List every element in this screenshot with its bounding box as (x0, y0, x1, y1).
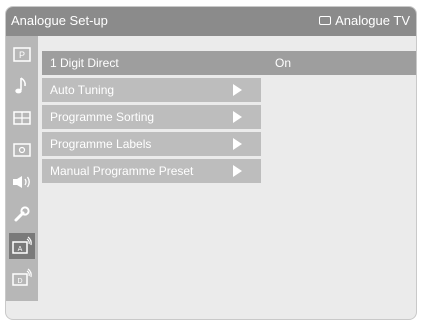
menu-item-auto-tuning[interactable]: Auto Tuning (42, 78, 261, 102)
source-indicator: Analogue TV (319, 13, 410, 28)
analogue-setup-window: Analogue Set-up Analogue TV P A D 1 Digi… (6, 7, 416, 319)
category-sidebar: P A D (6, 36, 38, 301)
picture-icon: P (13, 46, 31, 62)
submenu-arrow-icon (233, 138, 242, 150)
sidebar-item-sound[interactable] (9, 73, 35, 99)
speaker-volume-icon (13, 176, 30, 188)
menu-item-manual-programme-preset[interactable]: Manual Programme Preset (42, 159, 261, 183)
sidebar-item-installation[interactable] (9, 137, 35, 163)
menu-item-label: Programme Sorting (50, 110, 155, 124)
svg-text:D: D (17, 278, 22, 285)
menu-item-label: 1 Digit Direct (50, 56, 119, 70)
menu-item-programme-labels[interactable]: Programme Labels (42, 132, 261, 156)
menu-item-1-digit-direct[interactable]: 1 Digit Direct On (42, 51, 416, 75)
features-grid-icon (13, 111, 31, 125)
wrench-setup-icon (14, 206, 30, 222)
tv-icon (319, 16, 332, 25)
menu-item-value: On (275, 56, 292, 70)
sidebar-item-setup[interactable] (9, 201, 35, 227)
menu-item-label: Programme Labels (50, 137, 152, 151)
installation-icon (13, 143, 31, 157)
analogue-setup-icon: A (12, 236, 32, 254)
svg-text:P: P (19, 50, 25, 60)
menu-item-label: Auto Tuning (50, 83, 115, 97)
sidebar-item-features[interactable] (9, 105, 35, 131)
source-label: Analogue TV (335, 13, 410, 28)
sidebar-item-digital-setup[interactable]: D (9, 265, 35, 291)
svg-text:A: A (18, 246, 23, 253)
menu-item-programme-sorting[interactable]: Programme Sorting (42, 105, 261, 129)
sidebar-item-audio[interactable] (9, 169, 35, 195)
sidebar-item-picture[interactable]: P (9, 41, 35, 67)
menu-header: Analogue Set-up Analogue TV (6, 7, 416, 36)
sound-music-note-icon (15, 77, 26, 94)
submenu-arrow-icon (233, 84, 242, 96)
submenu-arrow-icon (233, 111, 242, 123)
menu-item-label: Manual Programme Preset (50, 164, 194, 178)
menu-title: Analogue Set-up (11, 13, 108, 28)
submenu-arrow-icon (233, 165, 242, 177)
sidebar-item-analogue-setup[interactable]: A (9, 233, 35, 259)
digital-setup-icon: D (12, 268, 32, 286)
